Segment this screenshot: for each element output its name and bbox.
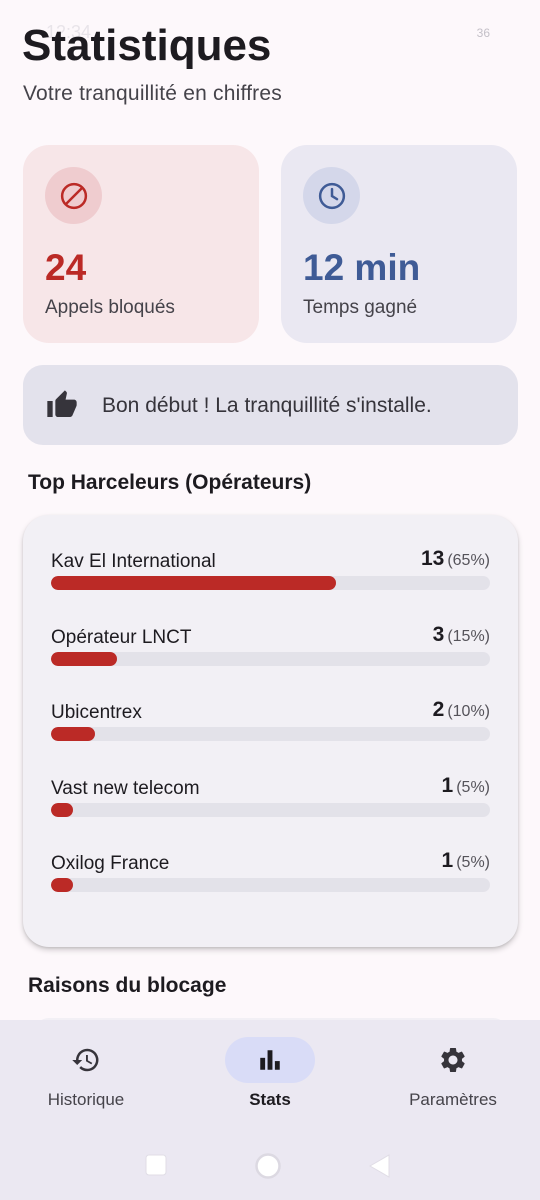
top-harassers-title: Top Harceleurs (Opérateurs) xyxy=(28,471,312,494)
operator-row: Opérateur LNCT 3 (15%) xyxy=(51,623,490,687)
operator-name: Opérateur LNCT xyxy=(51,626,192,648)
operator-count: 13 xyxy=(420,547,445,570)
thumb-up-icon xyxy=(45,389,79,426)
top-harassers-card: Kav El International 13 (65%) Opérateur LNC… xyxy=(23,515,518,947)
nav-item-parametres[interactable]: Paramètres xyxy=(403,1037,503,1110)
history-icon xyxy=(41,1037,131,1083)
back-button[interactable] xyxy=(369,1154,391,1183)
operator-stats: 3 (15%) xyxy=(433,623,490,647)
time-saved-label: Temps gagné xyxy=(303,297,418,318)
operator-percent: (5%) xyxy=(456,778,490,796)
operator-name: Kav El International xyxy=(51,551,216,572)
operator-progress-track xyxy=(51,727,490,741)
time-saved-value: 12 min xyxy=(303,247,421,288)
operator-count: 3 xyxy=(432,622,445,646)
operator-row: Oxilog France 1 (5%) xyxy=(51,849,490,913)
operator-progress-track xyxy=(51,802,490,817)
block-reasons-title: Raisons du blocage xyxy=(28,974,227,997)
operator-count: 1 xyxy=(441,773,454,797)
operator-percent: (10%) xyxy=(447,703,490,720)
operator-percent: (5%) xyxy=(456,854,490,871)
time-saved-card: 12 min Temps gagné xyxy=(281,145,517,343)
bar-chart-icon xyxy=(225,1037,315,1083)
encouragement-banner: Bon début ! La tranquillité s'installe. xyxy=(23,365,518,445)
home-button[interactable] xyxy=(254,1152,282,1185)
status-battery: 36 xyxy=(476,26,490,40)
stats-screen: 12:34 36 Statistiques Votre tranquillité… xyxy=(0,0,540,1200)
recents-button[interactable] xyxy=(145,1154,167,1181)
operator-progress-fill xyxy=(51,651,117,666)
blocked-calls-value: 24 xyxy=(45,247,87,288)
banner-text: Bon début ! La tranquillité s'installe. xyxy=(102,394,432,417)
operator-name: Ubicentrex xyxy=(51,702,142,723)
operator-stats: 13 (65%) xyxy=(421,547,490,571)
operator-progress-track xyxy=(51,878,490,892)
gear-icon xyxy=(408,1037,498,1083)
operator-progress-track xyxy=(51,651,490,666)
operator-progress-fill xyxy=(51,878,73,892)
operator-progress-fill xyxy=(51,727,95,741)
operator-count: 1 xyxy=(441,849,454,872)
operator-name: Oxilog France xyxy=(51,853,170,874)
operator-stats: 1 (5%) xyxy=(442,849,490,873)
operator-progress-track xyxy=(51,576,490,590)
nav-label-parametres: Paramètres xyxy=(409,1090,497,1109)
operator-row: Kav El International 13 (65%) xyxy=(51,547,490,611)
operator-count: 2 xyxy=(432,698,445,721)
page-title: Statistiques xyxy=(22,21,272,70)
clock-icon xyxy=(303,167,360,224)
operator-name: Vast new telecom xyxy=(51,777,200,799)
operator-row: Vast new telecom 1 (5%) xyxy=(51,774,490,838)
blocked-calls-card: 24 Appels bloqués xyxy=(23,145,259,343)
operator-stats: 2 (10%) xyxy=(433,698,490,722)
operator-percent: (15%) xyxy=(447,627,490,645)
blocked-calls-label: Appels bloqués xyxy=(45,297,175,318)
block-icon xyxy=(45,167,102,224)
nav-label-historique: Historique xyxy=(47,1090,125,1109)
operator-stats: 1 (5%) xyxy=(442,774,490,798)
nav-item-historique[interactable]: Historique xyxy=(40,1037,132,1110)
nav-label-stats: Stats xyxy=(249,1090,291,1109)
nav-item-stats[interactable]: Stats xyxy=(224,1037,316,1110)
page-subtitle: Votre tranquillité en chiffres xyxy=(23,82,282,105)
operator-percent: (65%) xyxy=(447,552,490,569)
operator-progress-fill xyxy=(51,576,337,590)
operator-row: Ubicentrex 2 (10%) xyxy=(51,698,490,762)
operator-progress-fill xyxy=(51,802,73,817)
